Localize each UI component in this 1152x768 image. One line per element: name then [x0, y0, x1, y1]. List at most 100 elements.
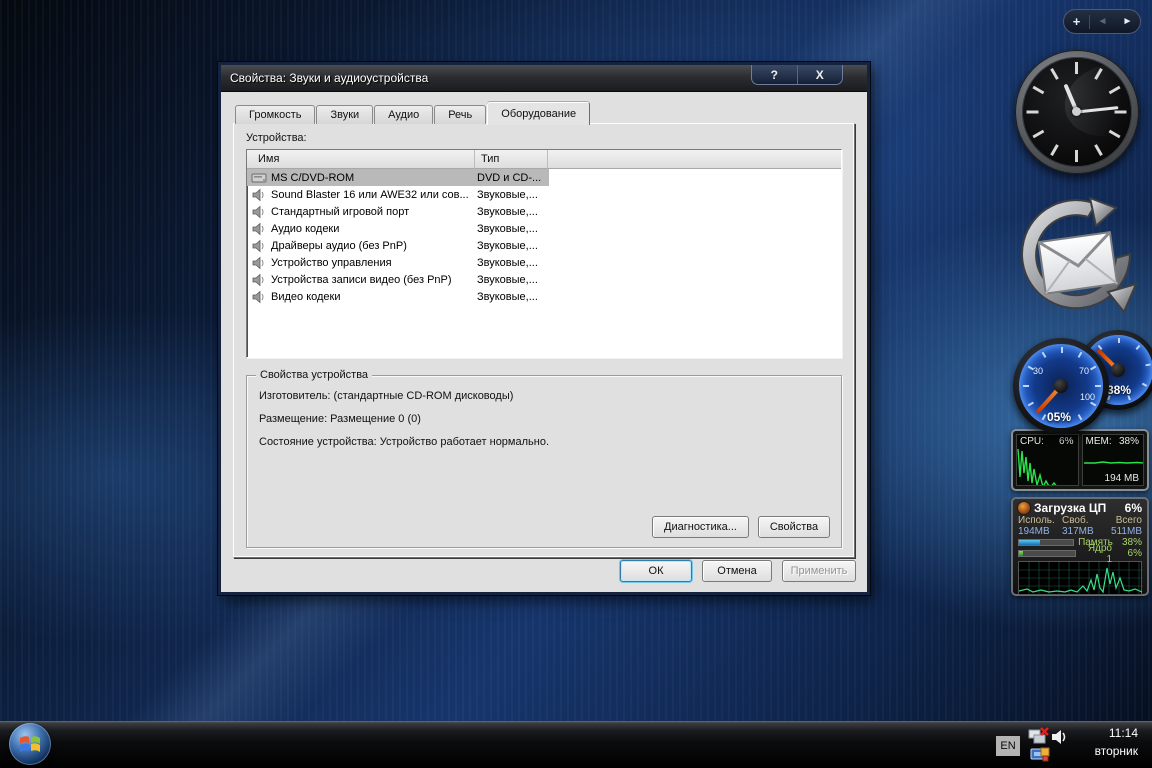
device-type: Звуковые,...: [477, 257, 549, 269]
display-settings-icon[interactable]: [1030, 747, 1050, 765]
network-disconnected-icon[interactable]: [1028, 727, 1050, 747]
status-line: Состояние устройства: Устройство работае…: [259, 436, 829, 448]
clock-gadget[interactable]: [1015, 50, 1139, 174]
tray-clock[interactable]: 11:14 вторник: [1095, 726, 1138, 758]
tab-volume[interactable]: Громкость: [235, 105, 315, 124]
start-button[interactable]: [9, 723, 51, 765]
device-row[interactable]: Видео кодеки Звуковые,...: [247, 288, 841, 305]
core-bar-value: 6%: [1116, 548, 1142, 559]
hardware-tab-page: Устройства: Имя Тип MS C/DVD-ROM: [233, 123, 855, 558]
device-row[interactable]: Устройство управления Звуковые,...: [247, 254, 841, 271]
cpu-mem-meter-gadget[interactable]: CPU: 6% MEM: 38% 194 MB: [1011, 429, 1149, 491]
device-properties-group: Свойства устройства Изготовитель: (станд…: [246, 375, 842, 548]
cpu-history-panel: [1018, 561, 1142, 595]
dialog-titlebar[interactable]: Свойства: Звуки и аудиоустройства ? X: [221, 65, 867, 92]
system-tray: EN 11:14 вторник: [982, 721, 1152, 768]
device-name: Устройства записи видео (без PnP): [271, 274, 477, 286]
apply-button[interactable]: Применить: [782, 560, 856, 582]
memory-progress-bar: [1018, 539, 1074, 546]
gadget-prev-button[interactable]: ◄: [1090, 16, 1115, 27]
troubleshoot-button[interactable]: Диагностика...: [652, 516, 749, 538]
device-name: Видео кодеки: [271, 291, 477, 303]
device-row[interactable]: Стандартный игровой порт Звуковые,...: [247, 203, 841, 220]
device-row[interactable]: Аудио кодеки Звуковые,...: [247, 220, 841, 237]
dialog-title: Свойства: Звуки и аудиоустройства: [221, 71, 428, 85]
device-type: Звуковые,...: [477, 274, 549, 286]
gauge-tick-label: 100: [1080, 392, 1095, 402]
tab-audio[interactable]: Аудио: [374, 105, 433, 124]
cpu-gauge-gadget[interactable]: 30 70 100 05%: [1013, 338, 1109, 434]
mail-icon: [1012, 192, 1142, 322]
cpu-meter-pane: CPU: 6%: [1016, 434, 1079, 486]
col-free-label: Своб.: [1062, 515, 1106, 526]
device-type: Звуковые,...: [477, 240, 549, 252]
device-name: Аудио кодеки: [271, 223, 477, 235]
tab-strip: Громкость Звуки Аудио Речь Оборудование: [233, 101, 855, 123]
column-header-filler: [548, 150, 841, 169]
language-indicator[interactable]: EN: [996, 736, 1020, 756]
location-line: Размещение: Размещение 0 (0): [259, 413, 829, 425]
volume-icon[interactable]: [1050, 728, 1068, 746]
mem-meter-pane: MEM: 38% 194 MB: [1082, 434, 1145, 486]
tab-speech[interactable]: Речь: [434, 105, 486, 124]
gadget-add-button[interactable]: +: [1064, 14, 1089, 29]
device-row[interactable]: Sound Blaster 16 или AWE32 или сов... Зв…: [247, 186, 841, 203]
column-header-type[interactable]: Тип: [475, 150, 548, 169]
device-name: Sound Blaster 16 или AWE32 или сов...: [271, 189, 477, 201]
memory-gauge-value: 38%: [1107, 383, 1131, 397]
mail-gadget[interactable]: [1012, 192, 1142, 322]
device-list[interactable]: Имя Тип MS C/DVD-ROM DVD и CD-...: [246, 149, 842, 358]
ok-button[interactable]: ОК: [620, 560, 692, 582]
cpu-history-graph: [1017, 447, 1079, 486]
device-type: Звуковые,...: [477, 189, 549, 201]
device-row[interactable]: Драйверы аудио (без PnP) Звуковые,...: [247, 237, 841, 254]
cpu-load-widget[interactable]: Загрузка ЦП 6% Исполь. Своб. Всего 194MB…: [1011, 497, 1149, 596]
list-header: Имя Тип: [247, 150, 841, 169]
gadget-control-bar[interactable]: + ◄ ►: [1063, 9, 1141, 34]
mem-meter-label: MEM:: [1086, 436, 1112, 447]
tab-sounds[interactable]: Звуки: [316, 105, 373, 124]
memory-bar-value: 38%: [1117, 537, 1142, 548]
device-name: Драйверы аудио (без PnP): [271, 240, 477, 252]
speaker-icon: [251, 188, 267, 202]
mem-free-value: 317MB: [1062, 526, 1106, 537]
gauge-tick-label: 70: [1079, 366, 1089, 376]
device-type: DVD и CD-...: [477, 172, 549, 184]
speaker-icon: [251, 273, 267, 287]
device-row[interactable]: MS C/DVD-ROM DVD и CD-...: [247, 169, 841, 186]
manufacturer-line: Изготовитель: (стандартные CD-ROM дисков…: [259, 390, 829, 402]
close-button[interactable]: X: [797, 65, 843, 84]
device-name: MS C/DVD-ROM: [271, 172, 477, 184]
device-row[interactable]: Устройства записи видео (без PnP) Звуков…: [247, 271, 841, 288]
cpu-meter-value: 6%: [1059, 436, 1073, 447]
clock-time: 11:14: [1095, 726, 1138, 740]
device-type: Звуковые,...: [477, 223, 549, 235]
taskbar: EN 11:14 вторник: [0, 721, 1152, 768]
device-type: Звуковые,...: [477, 206, 549, 218]
speaker-icon: [251, 239, 267, 253]
device-name: Устройство управления: [271, 257, 477, 269]
device-properties-button[interactable]: Свойства: [758, 516, 830, 538]
mem-total-value: 511MB: [1106, 526, 1142, 537]
mem-meter-value: 38%: [1119, 436, 1139, 447]
help-button[interactable]: ?: [752, 65, 797, 84]
cpu-widget-title: Загрузка ЦП: [1034, 501, 1121, 515]
col-used-label: Исполь.: [1018, 515, 1062, 526]
gadget-next-button[interactable]: ►: [1115, 16, 1140, 27]
speaker-icon: [251, 222, 267, 236]
tab-hardware[interactable]: Оборудование: [487, 102, 590, 125]
column-header-name[interactable]: Имя: [247, 150, 475, 169]
cpu-widget-value: 6%: [1125, 501, 1142, 515]
device-name: Стандартный игровой порт: [271, 206, 477, 218]
speaker-icon: [251, 290, 267, 304]
speaker-icon: [251, 205, 267, 219]
speaker-icon: [251, 256, 267, 270]
cdrom-drive-icon: [251, 171, 267, 185]
cancel-button[interactable]: Отмена: [702, 560, 772, 582]
clock-day: вторник: [1095, 744, 1138, 758]
group-title: Свойства устройства: [256, 369, 372, 381]
mem-amount: 194 MB: [1105, 473, 1139, 484]
core-progress-bar: [1018, 550, 1076, 557]
sound-properties-dialog: Свойства: Звуки и аудиоустройства ? X Гр…: [218, 62, 870, 595]
clock-face: [1022, 57, 1132, 167]
